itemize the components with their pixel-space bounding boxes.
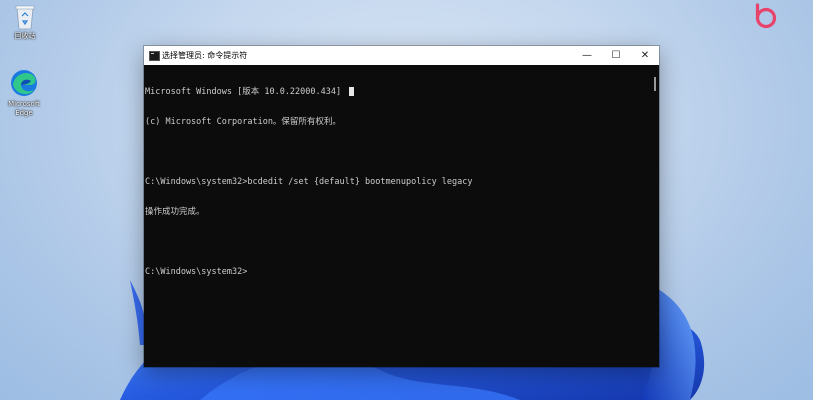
minimize-button[interactable]: —	[572, 46, 602, 65]
brand-logo-icon	[755, 3, 777, 29]
desktop: 回收站 Microsoft Edge 选择管理员: 命令提示符 — ☐ ✕ Mi…	[0, 0, 813, 400]
maximize-button[interactable]: ☐	[601, 46, 631, 65]
text-cursor	[349, 87, 355, 96]
vertical-scrollbar[interactable]	[650, 65, 659, 367]
close-button[interactable]: ✕	[630, 46, 660, 65]
edge-label: Microsoft Edge	[8, 100, 40, 117]
console-line: C:\Windows\system32>bcdedit /set {defaul…	[145, 177, 473, 187]
edge-icon	[11, 70, 37, 96]
console-line: C:\Windows\system32>	[145, 267, 248, 277]
console-line: (c) Microsoft Corporation。保留所有权利。	[145, 117, 341, 127]
console-line: 操作成功完成。	[145, 207, 205, 217]
window-title: 选择管理员: 命令提示符	[162, 51, 248, 60]
command-prompt-window[interactable]: 选择管理员: 命令提示符 — ☐ ✕ Microsoft Windows [版本…	[144, 46, 659, 367]
console-output[interactable]: Microsoft Windows [版本 10.0.22000.434] (c…	[144, 65, 650, 367]
cmd-app-icon	[149, 51, 160, 61]
recycle-bin-icon	[15, 5, 35, 30]
desktop-icon-edge[interactable]: Microsoft Edge	[1, 68, 47, 118]
window-titlebar[interactable]: 选择管理员: 命令提示符 — ☐ ✕	[144, 46, 659, 65]
scrollbar-thumb[interactable]	[654, 77, 656, 91]
desktop-icon-recycle-bin[interactable]: 回收站	[2, 4, 48, 41]
recycle-bin-label: 回收站	[14, 32, 36, 40]
console-line: Microsoft Windows [版本 10.0.22000.434]	[145, 87, 650, 97]
